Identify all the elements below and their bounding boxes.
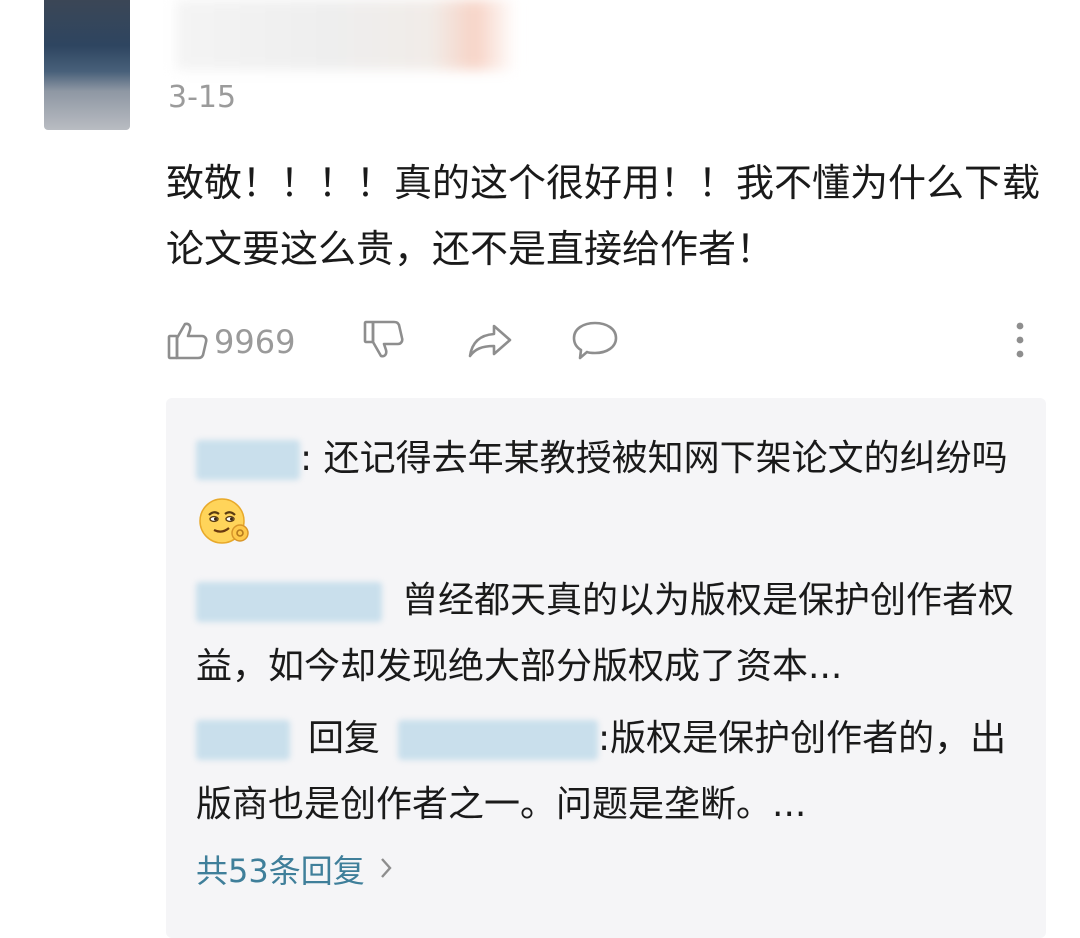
- like-button[interactable]: 9969: [166, 312, 295, 372]
- reply-item[interactable]: : 还记得去年某教授被知网下架论文的纠纷吗: [196, 426, 1016, 571]
- vertical-dots-icon: [1012, 318, 1028, 366]
- share-button[interactable]: [466, 312, 514, 372]
- reply-item[interactable]: 曾经都天真的以为版权是保护创作者权益，如今却发现绝大部分版权成了资本...: [196, 568, 1016, 700]
- thumbs-up-icon: [166, 318, 210, 366]
- blurred-username[interactable]: [176, 0, 516, 70]
- reply-item[interactable]: 回复:版权是保护创作者的，出版商也是创作者之一。问题是垄断。...: [196, 706, 1016, 838]
- comment-body: 致敬！！！！真的这个很好用！！我不懂为什么下载论文要这么贵，还不是直接给作者！: [166, 161, 1041, 271]
- comment-actions: 9969: [166, 312, 1046, 372]
- view-all-replies-link[interactable]: 共53条回复: [196, 846, 393, 892]
- blurred-username[interactable]: [196, 440, 300, 480]
- speech-bubble-icon: [570, 318, 620, 366]
- more-options-button[interactable]: [1012, 312, 1028, 372]
- view-all-replies-label: 共53条回复: [196, 852, 365, 890]
- chevron-right-icon: [379, 850, 393, 888]
- thumbs-down-icon: [362, 318, 406, 366]
- smirk-ok-emoji: [196, 498, 252, 558]
- blurred-username[interactable]: [398, 720, 599, 760]
- share-arrow-icon: [466, 318, 514, 366]
- blurred-username[interactable]: [196, 720, 290, 760]
- reply-button[interactable]: [570, 312, 620, 372]
- blurred-username[interactable]: [196, 582, 382, 622]
- reply-separator: :: [300, 438, 324, 479]
- dislike-button[interactable]: [362, 312, 406, 372]
- reply-word: 回复: [308, 718, 381, 759]
- avatar[interactable]: [44, 0, 130, 130]
- reply-text: 还记得去年某教授被知网下架论文的纠纷吗: [323, 438, 1008, 479]
- comment-date: 3-15: [168, 80, 237, 115]
- like-count: 9969: [214, 323, 296, 361]
- replies-preview: : 还记得去年某教授被知网下架论文的纠纷吗 曾经都天真的以为版权是保护创作者权益…: [166, 398, 1046, 938]
